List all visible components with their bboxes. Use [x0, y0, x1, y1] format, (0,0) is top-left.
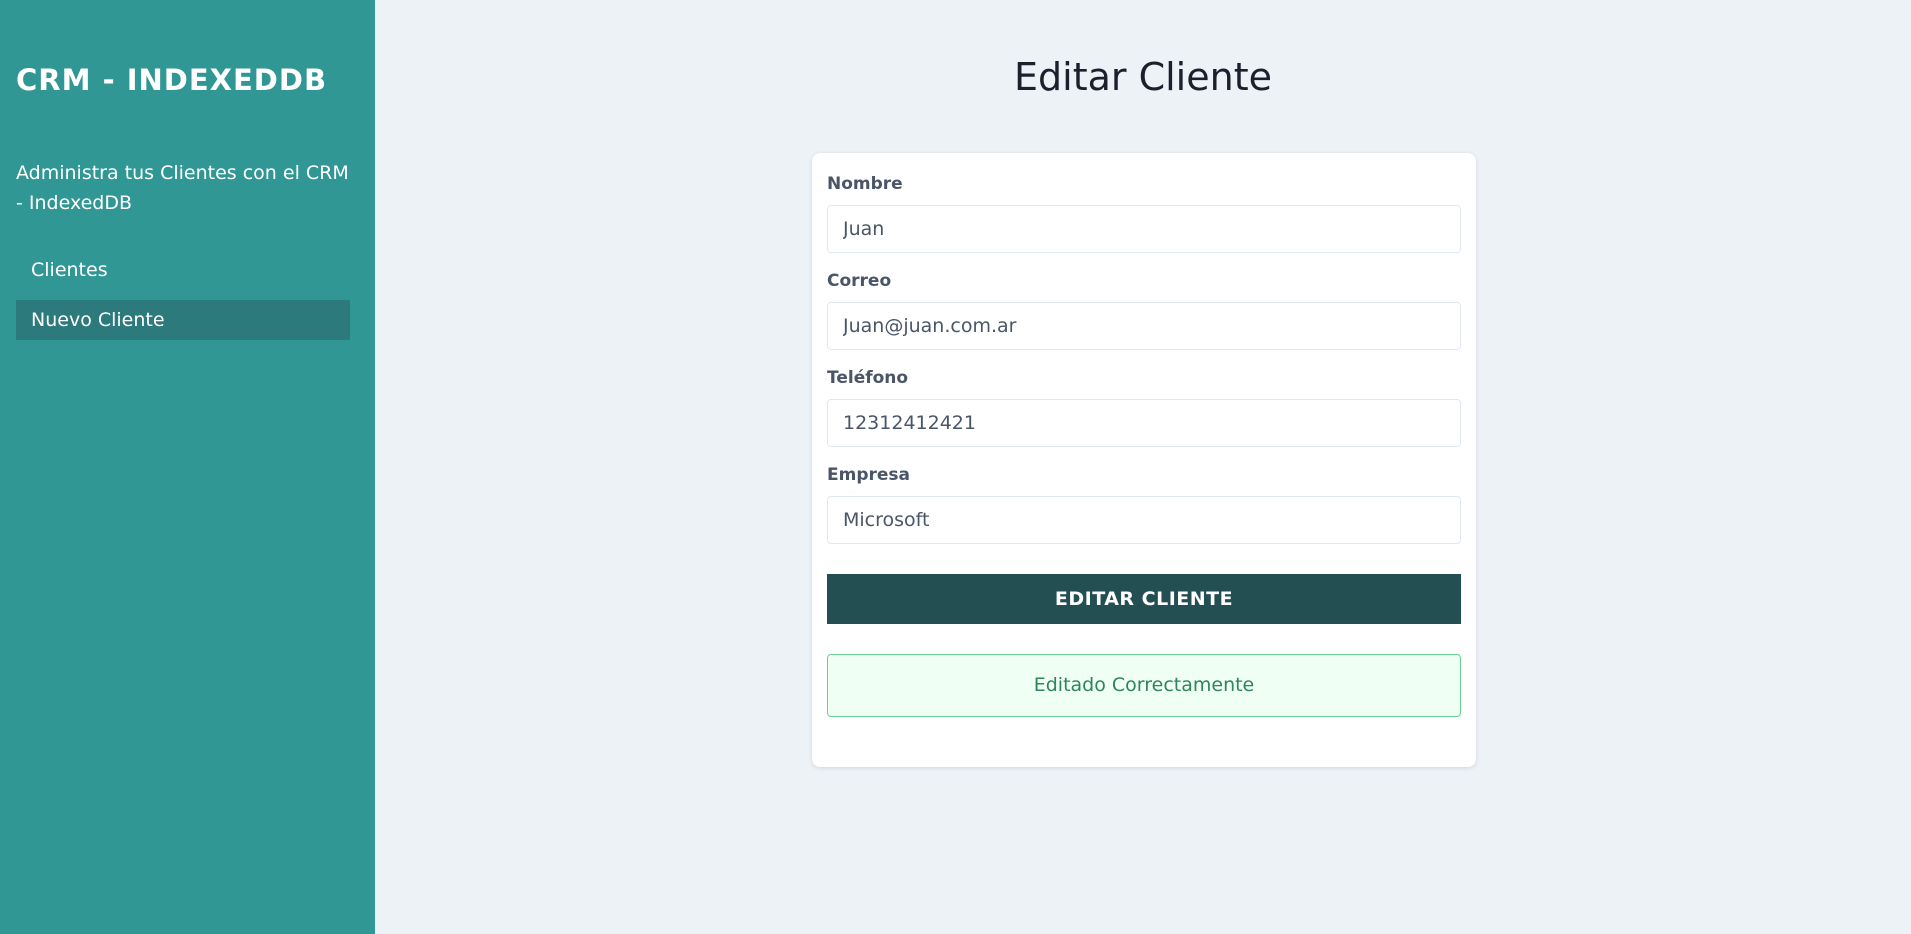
- sidebar-tagline: Administra tus Clientes con el CRM - Ind…: [16, 162, 349, 214]
- nombre-input[interactable]: [827, 205, 1461, 253]
- nombre-label: Nombre: [827, 174, 903, 194]
- sidebar: CRM - INDEXEDDB Administra tus Clientes …: [0, 0, 375, 934]
- field-correo: Correo: [827, 268, 1461, 350]
- main-content: Editar Cliente Nombre Correo Teléfono Em…: [375, 0, 1911, 934]
- field-telefono: Teléfono: [827, 365, 1461, 447]
- telefono-input[interactable]: [827, 399, 1461, 447]
- brand-title: CRM - INDEXEDDB: [16, 63, 328, 97]
- sidebar-item-clientes[interactable]: Clientes: [16, 250, 350, 290]
- empresa-input[interactable]: [827, 496, 1461, 544]
- success-alert: Editado Correctamente: [827, 654, 1461, 717]
- telefono-label: Teléfono: [827, 368, 909, 388]
- edit-client-form: Nombre Correo Teléfono Empresa EDITAR CL…: [812, 153, 1476, 767]
- page-title: Editar Cliente: [1014, 55, 1272, 99]
- sidebar-item-nuevo-cliente[interactable]: Nuevo Cliente: [16, 300, 350, 340]
- field-nombre: Nombre: [827, 171, 1461, 253]
- empresa-label: Empresa: [827, 465, 910, 485]
- field-empresa: Empresa: [827, 462, 1461, 544]
- app: CRM - INDEXEDDB Administra tus Clientes …: [0, 0, 1911, 934]
- correo-input[interactable]: [827, 302, 1461, 350]
- edit-client-button[interactable]: EDITAR CLIENTE: [827, 574, 1461, 624]
- sidebar-nav: Clientes Nuevo Cliente: [16, 250, 359, 350]
- correo-label: Correo: [827, 271, 892, 291]
